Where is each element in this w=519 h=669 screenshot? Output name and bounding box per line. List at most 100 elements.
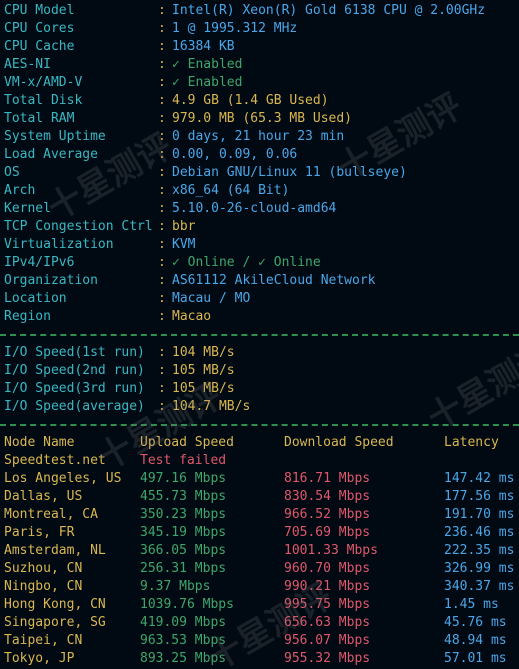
io-speed-value: 105 MB/s bbox=[172, 363, 235, 378]
speed-upload: 963.53 Mbps bbox=[140, 633, 227, 648]
sysinfo-value: Macau / MO bbox=[172, 291, 251, 306]
speed-latency: 45.76 ms bbox=[444, 615, 507, 630]
sysinfo-label: Region bbox=[4, 309, 51, 324]
sysinfo-colon: : bbox=[158, 255, 166, 270]
sysinfo-value: Macao bbox=[172, 309, 212, 324]
io-speed-colon: : bbox=[158, 345, 166, 360]
speed-upload: 366.05 Mbps bbox=[140, 543, 227, 558]
sysinfo-label: CPU Cache bbox=[4, 39, 75, 54]
sysinfo-colon: : bbox=[158, 219, 166, 234]
speed-upload: 419.09 Mbps bbox=[140, 615, 227, 630]
io-speed-colon: : bbox=[158, 363, 166, 378]
sysinfo-label: AES-NI bbox=[4, 57, 51, 72]
header-latency: Latency bbox=[444, 435, 499, 450]
speed-download: 960.70 Mbps bbox=[284, 561, 371, 576]
speed-upload: 1039.76 Mbps bbox=[140, 597, 234, 612]
sysinfo-label: Total RAM bbox=[4, 111, 75, 126]
speed-latency: 326.99 ms bbox=[444, 561, 515, 576]
sysinfo-value: KVM bbox=[172, 237, 196, 252]
speedtest-net-row: Speedtest.net Test failed bbox=[4, 452, 226, 470]
speed-download: 956.07 Mbps bbox=[284, 633, 371, 648]
sysinfo-colon: : bbox=[158, 237, 166, 252]
sysinfo-colon: : bbox=[158, 57, 166, 72]
sysinfo-colon: : bbox=[158, 111, 166, 126]
speed-node: Montreal, CA bbox=[4, 507, 98, 522]
sysinfo-label: Organization bbox=[4, 273, 98, 288]
speed-download: 990.21 Mbps bbox=[284, 579, 371, 594]
io-speed-label: I/O Speed(average) bbox=[4, 399, 145, 414]
sysinfo-label: System Uptime bbox=[4, 129, 106, 144]
sysinfo-value: ✓ Online / ✓ Online bbox=[172, 255, 321, 270]
sysinfo-label: OS bbox=[4, 165, 20, 180]
sysinfo-colon: : bbox=[158, 165, 166, 180]
sysinfo-label: CPU Model bbox=[4, 3, 75, 18]
sysinfo-label: TCP Congestion Ctrl bbox=[4, 219, 153, 234]
io-speed-value: 104 MB/s bbox=[172, 345, 235, 360]
sysinfo-label: Location bbox=[4, 291, 67, 306]
sysinfo-colon: : bbox=[158, 21, 166, 36]
sysinfo-value: Debian GNU/Linux 11 (bullseye) bbox=[172, 165, 407, 180]
speedtest-node: Speedtest.net bbox=[4, 453, 106, 468]
speed-download: 830.54 Mbps bbox=[284, 489, 371, 504]
speed-node: Taipei, CN bbox=[4, 633, 83, 648]
sysinfo-label: Load Average bbox=[4, 147, 98, 162]
io-speed-colon: : bbox=[158, 399, 166, 414]
io-speed-label: I/O Speed(1st run) bbox=[4, 345, 145, 360]
speed-node: Paris, FR bbox=[4, 525, 75, 540]
speed-header-row: Node Name Upload Speed Download Speed La… bbox=[4, 434, 499, 452]
sysinfo-value: 5.10.0-26-cloud-amd64 bbox=[172, 201, 337, 216]
speed-latency: 1.45 ms bbox=[444, 597, 499, 612]
sysinfo-value: 1 @ 1995.312 MHz bbox=[172, 21, 298, 36]
io-speed-value: 104.7 MB/s bbox=[172, 399, 251, 414]
speed-latency: 177.56 ms bbox=[444, 489, 515, 504]
speed-download: 656.63 Mbps bbox=[284, 615, 371, 630]
speed-node: Amsterdam, NL bbox=[4, 543, 106, 558]
speed-node: Tokyo, JP bbox=[4, 651, 75, 666]
speed-upload: 256.31 Mbps bbox=[140, 561, 227, 576]
speed-download: 955.32 Mbps bbox=[284, 651, 371, 666]
speed-latency: 340.37 ms bbox=[444, 579, 515, 594]
sysinfo-colon: : bbox=[158, 201, 166, 216]
sysinfo-colon: : bbox=[158, 291, 166, 306]
speed-download: 966.52 Mbps bbox=[284, 507, 371, 522]
speed-latency: 236.46 ms bbox=[444, 525, 515, 540]
io-speed-label: I/O Speed(3rd run) bbox=[4, 381, 145, 396]
terminal-window: CPU Model: Intel(R) Xeon(R) Gold 6138 CPU… bbox=[0, 0, 519, 669]
sysinfo-colon: : bbox=[158, 147, 166, 162]
speed-upload: 497.16 Mbps bbox=[140, 471, 227, 486]
speed-latency: 57.01 ms bbox=[444, 651, 507, 666]
sysinfo-colon: : bbox=[158, 93, 166, 108]
sysinfo-colon: : bbox=[158, 273, 166, 288]
speed-upload: 893.25 Mbps bbox=[140, 651, 227, 666]
speed-latency: 147.42 ms bbox=[444, 471, 515, 486]
io-speed-label: I/O Speed(2nd run) bbox=[4, 363, 145, 378]
speed-node: Singapore, SG bbox=[4, 615, 106, 630]
speed-upload: 350.23 Mbps bbox=[140, 507, 227, 522]
sysinfo-value: ✓ Enabled bbox=[172, 57, 243, 72]
sysinfo-value: bbr bbox=[172, 219, 196, 234]
header-node: Node Name bbox=[4, 435, 75, 450]
speed-upload: 9.37 Mbps bbox=[140, 579, 211, 594]
speed-upload: 345.19 Mbps bbox=[140, 525, 227, 540]
sysinfo-value: 16384 KB bbox=[172, 39, 235, 54]
sysinfo-label: Kernel bbox=[4, 201, 51, 216]
speed-latency: 48.94 ms bbox=[444, 633, 507, 648]
sysinfo-colon: : bbox=[158, 129, 166, 144]
speedtest-status: Test failed bbox=[140, 453, 227, 468]
speed-latency: 191.70 ms bbox=[444, 507, 515, 522]
speed-download: 816.71 Mbps bbox=[284, 471, 371, 486]
speed-download: 995.75 Mbps bbox=[284, 597, 371, 612]
sysinfo-label: Arch bbox=[4, 183, 36, 198]
io-speed-value: 105 MB/s bbox=[172, 381, 235, 396]
sysinfo-value: 979.0 MB (65.3 MB Used) bbox=[172, 111, 353, 126]
sysinfo-label: IPv4/IPv6 bbox=[4, 255, 75, 270]
sysinfo-label: VM-x/AMD-V bbox=[4, 75, 83, 90]
sysinfo-value: Intel(R) Xeon(R) Gold 6138 CPU @ 2.00GHz bbox=[172, 3, 486, 18]
speed-node: Dallas, US bbox=[4, 489, 83, 504]
sysinfo-colon: : bbox=[158, 309, 166, 324]
sysinfo-colon: : bbox=[158, 3, 166, 18]
sysinfo-value: 0 days, 21 hour 23 min bbox=[172, 129, 345, 144]
speed-download: 705.69 Mbps bbox=[284, 525, 371, 540]
sysinfo-value: AS61112 AkileCloud Network bbox=[172, 273, 376, 288]
speed-upload: 455.73 Mbps bbox=[140, 489, 227, 504]
